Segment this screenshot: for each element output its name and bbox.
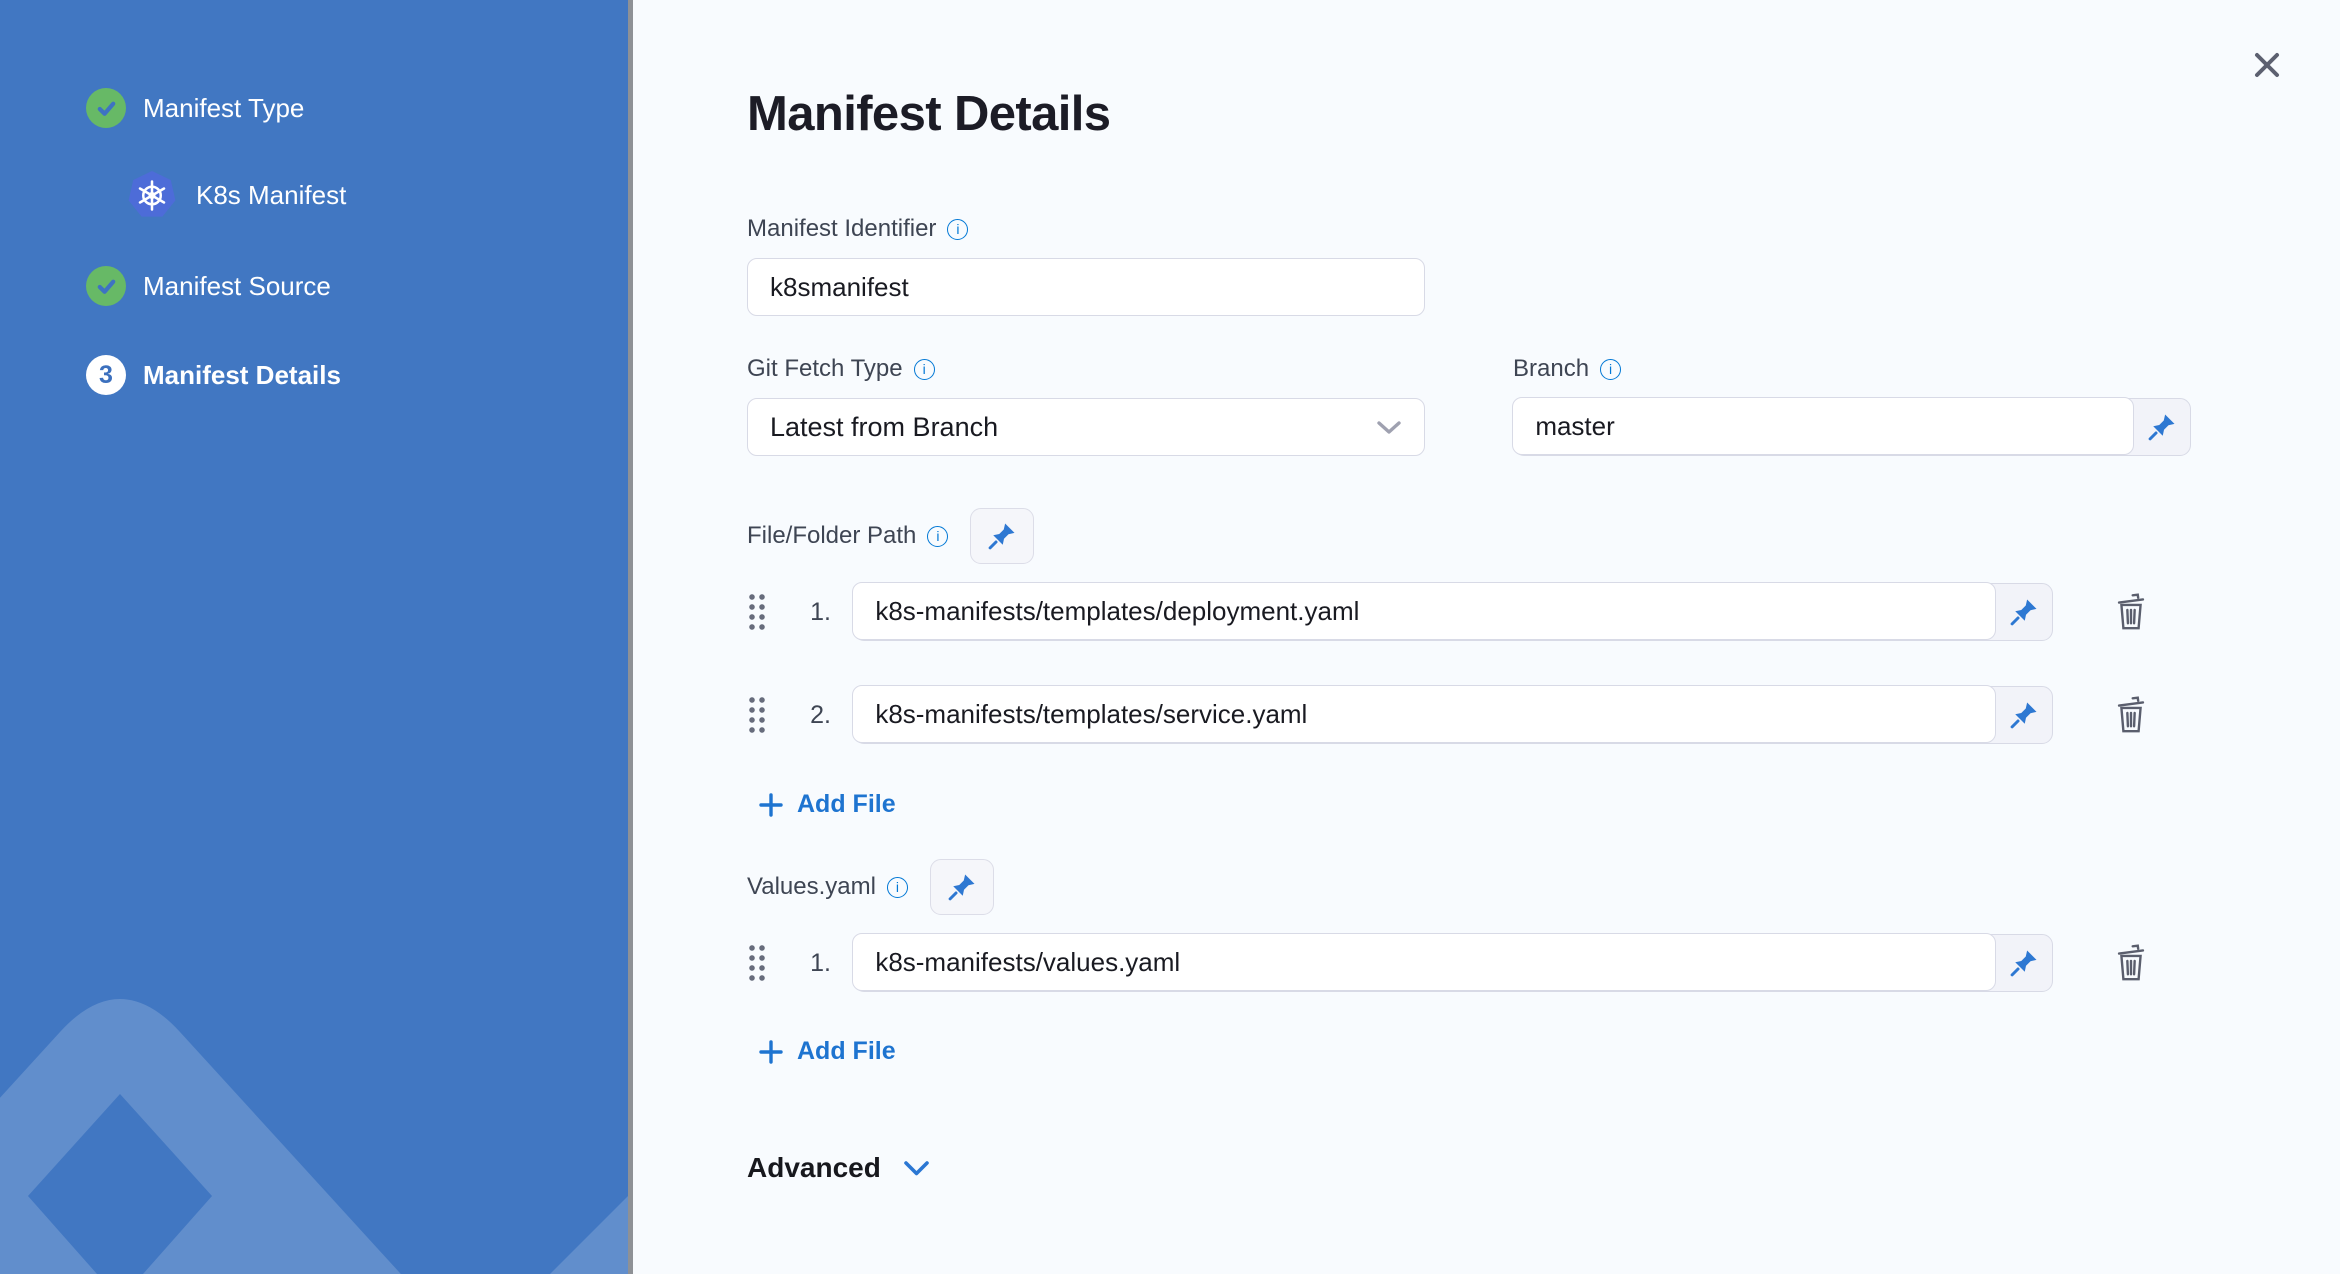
manifest-identifier-input[interactable] (747, 258, 1425, 316)
delete-row-button[interactable] (2111, 941, 2151, 985)
advanced-label: Advanced (747, 1152, 881, 1183)
sidebar-substep-k8s-manifest[interactable]: K8s Manifest (127, 170, 628, 220)
git-fetch-type-field: Git Fetch Type i Latest from Branch (747, 354, 1425, 456)
values-yaml-input[interactable] (852, 933, 1996, 992)
wizard-sidebar: Manifest Type K8s Manifest Manifest Sour… (0, 0, 633, 1274)
file-folder-path-header: File/Folder Path i (747, 508, 2340, 564)
drag-handle-icon[interactable] (747, 943, 765, 983)
advanced-accordion-toggle[interactable]: Advanced (747, 1152, 930, 1184)
file-path-input-group (852, 582, 2053, 641)
pin-icon (2010, 702, 2037, 729)
branch-field: Branch i (1512, 354, 2191, 456)
pin-icon (2010, 599, 2037, 626)
page-title: Manifest Details (747, 87, 1111, 141)
substep-label: K8s Manifest (196, 179, 347, 210)
sidebar-step-manifest-source[interactable]: Manifest Source (86, 266, 628, 306)
step-complete-icon (86, 266, 126, 306)
row-number: 2. (810, 700, 831, 729)
delete-row-button[interactable] (2111, 693, 2151, 737)
plus-icon (759, 1039, 783, 1064)
manifest-details-panel: Manifest Details Manifest Identifier i G… (638, 0, 2340, 1274)
file-path-row: 2. (747, 685, 2340, 744)
values-yaml-pin-button[interactable] (1996, 935, 2052, 991)
values-yaml-row: 1. (747, 933, 2340, 992)
add-file-label: Add File (797, 790, 896, 818)
close-button[interactable] (2246, 44, 2288, 86)
file-path-pin-button[interactable] (1996, 687, 2052, 743)
delete-row-button[interactable] (2111, 590, 2151, 634)
trash-icon (2117, 944, 2145, 981)
file-path-input[interactable] (852, 685, 1996, 744)
add-file-button[interactable]: Add File (758, 790, 896, 819)
pin-icon (989, 523, 1015, 550)
step-label: Manifest Type (143, 92, 305, 123)
sidebar-step-manifest-type[interactable]: Manifest Type (86, 88, 628, 128)
step-label: Manifest Details (143, 359, 341, 390)
drag-handle-icon[interactable] (747, 695, 765, 735)
plus-icon (759, 792, 783, 817)
branch-label-row: Branch i (1513, 354, 2191, 384)
add-file-label: Add File (797, 1037, 896, 1065)
file-folder-path-label-row: File/Folder Path i (747, 521, 949, 551)
add-file-button[interactable]: Add File (758, 1037, 896, 1066)
git-fetch-type-select[interactable]: Latest from Branch (747, 398, 1425, 456)
branch-input[interactable] (1512, 397, 2134, 456)
values-yaml-label: Values.yaml (747, 873, 876, 900)
row-number: 1. (810, 948, 831, 977)
file-folder-path-label: File/Folder Path (747, 522, 917, 549)
pin-icon (948, 874, 975, 901)
values-yaml-pin-button[interactable] (929, 859, 994, 915)
harness-logo-watermark (0, 999, 628, 1274)
git-fetch-type-label-row: Git Fetch Type i (747, 354, 1425, 384)
chevron-down-icon (904, 1160, 929, 1175)
info-icon[interactable]: i (913, 358, 935, 380)
values-yaml-header: Values.yaml i (747, 859, 2340, 915)
drag-handle-icon[interactable] (747, 592, 765, 632)
info-icon[interactable]: i (947, 218, 969, 240)
manifest-details-modal: Manifest Type K8s Manifest Manifest Sour… (0, 0, 2340, 1274)
git-fetch-type-label: Git Fetch Type (747, 355, 903, 382)
branch-input-group (1512, 397, 2191, 456)
file-path-input[interactable] (852, 582, 1996, 641)
step-number-badge: 3 (86, 355, 126, 395)
chevron-down-icon (1377, 420, 1401, 434)
close-icon (2255, 53, 2279, 77)
kubernetes-icon (127, 170, 177, 220)
values-yaml-input-group (852, 933, 2053, 992)
file-path-pin-button[interactable] (1996, 584, 2052, 640)
info-icon[interactable]: i (886, 876, 908, 898)
manifest-identifier-label: Manifest Identifier (747, 215, 937, 242)
trash-icon (2117, 593, 2145, 630)
git-fetch-type-selected-value: Latest from Branch (770, 411, 999, 442)
manifest-identifier-label-row: Manifest Identifier i (747, 214, 2340, 244)
branch-pin-button[interactable] (2134, 399, 2190, 455)
step-label: Manifest Source (143, 270, 331, 301)
branch-label: Branch (1513, 355, 1590, 382)
info-icon[interactable]: i (1600, 358, 1622, 380)
row-number: 1. (810, 597, 831, 626)
info-icon[interactable]: i (927, 525, 949, 547)
step-complete-icon (86, 88, 126, 128)
file-path-row: 1. (747, 582, 2340, 641)
file-path-input-group (852, 685, 2053, 744)
trash-icon (2117, 696, 2145, 733)
pin-icon (2148, 414, 2175, 441)
values-yaml-label-row: Values.yaml i (747, 872, 908, 902)
sidebar-step-manifest-details[interactable]: 3 Manifest Details (86, 355, 628, 395)
pin-icon (2010, 950, 2037, 977)
file-folder-path-pin-button[interactable] (970, 508, 1035, 564)
